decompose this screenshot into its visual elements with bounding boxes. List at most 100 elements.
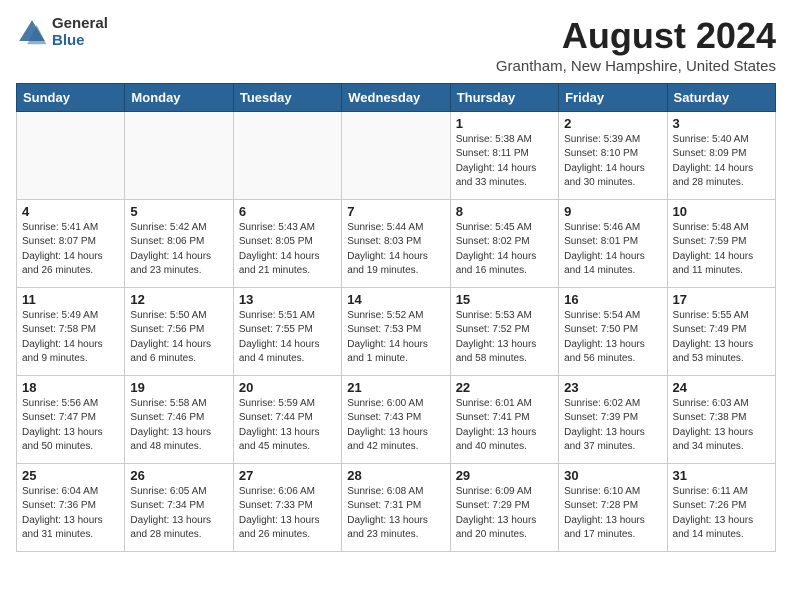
day-number: 30 bbox=[564, 468, 661, 483]
day-detail: Sunrise: 5:58 AMSunset: 7:46 PMDaylight:… bbox=[130, 397, 227, 455]
day-cell-2-4: 15 Sunrise: 5:53 AMSunset: 7:52 PMDayligh… bbox=[450, 287, 558, 375]
day-number: 31 bbox=[673, 468, 770, 483]
logo-general-label: General bbox=[52, 16, 108, 33]
day-cell-1-2: 6 Sunrise: 5:43 AMSunset: 8:05 PMDaylight… bbox=[233, 199, 341, 287]
day-cell-1-5: 9 Sunrise: 5:46 AMSunset: 8:01 PMDaylight… bbox=[559, 199, 667, 287]
day-cell-4-5: 30Sunrise: 6:10 AMSunset: 7:28 PMDayligh… bbox=[559, 463, 667, 551]
col-friday: Friday bbox=[559, 83, 667, 111]
day-cell-0-6: 3 Sunrise: 5:40 AMSunset: 8:09 PMDaylight… bbox=[667, 111, 775, 199]
day-cell-3-3: 21Sunrise: 6:00 AMSunset: 7:43 PMDayligh… bbox=[342, 375, 450, 463]
day-detail: Sunrise: 5:43 AMSunset: 8:05 PMDaylight:… bbox=[239, 221, 336, 279]
day-detail: Sunrise: 5:45 AMSunset: 8:02 PMDaylight:… bbox=[456, 221, 553, 279]
day-cell-0-3 bbox=[342, 111, 450, 199]
day-number: 1 bbox=[456, 116, 553, 131]
day-cell-1-6: 10Sunrise: 5:48 AMSunset: 7:59 PMDayligh… bbox=[667, 199, 775, 287]
day-cell-1-0: 4Sunrise: 5:41 AMSunset: 8:07 PMDaylight… bbox=[17, 199, 125, 287]
day-detail: Sunrise: 6:04 AMSunset: 7:36 PMDaylight:… bbox=[22, 485, 119, 543]
day-number: 10 bbox=[673, 204, 770, 219]
day-cell-4-6: 31 Sunrise: 6:11 AMSunset: 7:26 PMDayligh… bbox=[667, 463, 775, 551]
day-number: 17 bbox=[673, 292, 770, 307]
col-thursday: Thursday bbox=[450, 83, 558, 111]
day-cell-1-1: 5 Sunrise: 5:42 AMSunset: 8:06 PMDaylight… bbox=[125, 199, 233, 287]
day-detail: Sunrise: 6:11 AMSunset: 7:26 PMDaylight:… bbox=[673, 485, 770, 543]
day-cell-4-3: 28 Sunrise: 6:08 AMSunset: 7:31 PMDayligh… bbox=[342, 463, 450, 551]
day-number: 12 bbox=[130, 292, 227, 307]
week-row-2: 4Sunrise: 5:41 AMSunset: 8:07 PMDaylight… bbox=[17, 199, 776, 287]
week-row-4: 18 Sunrise: 5:56 AMSunset: 7:47 PMDayligh… bbox=[17, 375, 776, 463]
week-row-1: 1 Sunrise: 5:38 AMSunset: 8:11 PMDaylight… bbox=[17, 111, 776, 199]
day-cell-4-4: 29Sunrise: 6:09 AMSunset: 7:29 PMDayligh… bbox=[450, 463, 558, 551]
day-detail: Sunrise: 5:46 AMSunset: 8:01 PMDaylight:… bbox=[564, 221, 661, 279]
day-number: 8 bbox=[456, 204, 553, 219]
logo-icon bbox=[16, 17, 48, 49]
day-number: 5 bbox=[130, 204, 227, 219]
day-detail: Sunrise: 6:09 AMSunset: 7:29 PMDaylight:… bbox=[456, 485, 553, 543]
day-detail: Sunrise: 5:56 AMSunset: 7:47 PMDaylight:… bbox=[22, 397, 119, 455]
day-detail: Sunrise: 6:05 AMSunset: 7:34 PMDaylight:… bbox=[130, 485, 227, 543]
day-cell-2-6: 17 Sunrise: 5:55 AMSunset: 7:49 PMDayligh… bbox=[667, 287, 775, 375]
day-cell-1-4: 8 Sunrise: 5:45 AMSunset: 8:02 PMDaylight… bbox=[450, 199, 558, 287]
day-detail: Sunrise: 5:53 AMSunset: 7:52 PMDaylight:… bbox=[456, 309, 553, 367]
week-row-5: 25 Sunrise: 6:04 AMSunset: 7:36 PMDayligh… bbox=[17, 463, 776, 551]
day-number: 20 bbox=[239, 380, 336, 395]
day-cell-0-2 bbox=[233, 111, 341, 199]
day-detail: Sunrise: 5:41 AMSunset: 8:07 PMDaylight:… bbox=[22, 221, 119, 279]
day-detail: Sunrise: 6:08 AMSunset: 7:31 PMDaylight:… bbox=[347, 485, 444, 543]
day-detail: Sunrise: 5:44 AMSunset: 8:03 PMDaylight:… bbox=[347, 221, 444, 279]
day-cell-3-2: 20 Sunrise: 5:59 AMSunset: 7:44 PMDayligh… bbox=[233, 375, 341, 463]
day-detail: Sunrise: 5:54 AMSunset: 7:50 PMDaylight:… bbox=[564, 309, 661, 367]
col-monday: Monday bbox=[125, 83, 233, 111]
day-number: 2 bbox=[564, 116, 661, 131]
page-container: General Blue August 2024 Grantham, New H… bbox=[0, 0, 792, 562]
day-cell-3-5: 23 Sunrise: 6:02 AMSunset: 7:39 PMDayligh… bbox=[559, 375, 667, 463]
day-cell-0-1 bbox=[125, 111, 233, 199]
col-tuesday: Tuesday bbox=[233, 83, 341, 111]
day-cell-2-1: 12Sunrise: 5:50 AMSunset: 7:56 PMDayligh… bbox=[125, 287, 233, 375]
day-number: 3 bbox=[673, 116, 770, 131]
day-number: 14 bbox=[347, 292, 444, 307]
col-wednesday: Wednesday bbox=[342, 83, 450, 111]
day-number: 11 bbox=[22, 292, 119, 307]
day-number: 23 bbox=[564, 380, 661, 395]
day-number: 9 bbox=[564, 204, 661, 219]
day-cell-0-0 bbox=[17, 111, 125, 199]
header: General Blue August 2024 Grantham, New H… bbox=[16, 16, 776, 75]
day-cell-3-1: 19Sunrise: 5:58 AMSunset: 7:46 PMDayligh… bbox=[125, 375, 233, 463]
day-detail: Sunrise: 5:51 AMSunset: 7:55 PMDaylight:… bbox=[239, 309, 336, 367]
day-cell-3-4: 22 Sunrise: 6:01 AMSunset: 7:41 PMDayligh… bbox=[450, 375, 558, 463]
day-number: 21 bbox=[347, 380, 444, 395]
day-cell-2-0: 11Sunrise: 5:49 AMSunset: 7:58 PMDayligh… bbox=[17, 287, 125, 375]
day-number: 25 bbox=[22, 468, 119, 483]
day-cell-2-5: 16 Sunrise: 5:54 AMSunset: 7:50 PMDayligh… bbox=[559, 287, 667, 375]
day-cell-2-2: 13 Sunrise: 5:51 AMSunset: 7:55 PMDayligh… bbox=[233, 287, 341, 375]
day-detail: Sunrise: 5:59 AMSunset: 7:44 PMDaylight:… bbox=[239, 397, 336, 455]
day-cell-3-0: 18 Sunrise: 5:56 AMSunset: 7:47 PMDayligh… bbox=[17, 375, 125, 463]
day-number: 22 bbox=[456, 380, 553, 395]
header-row: Sunday Monday Tuesday Wednesday Thursday… bbox=[17, 83, 776, 111]
day-detail: Sunrise: 5:40 AMSunset: 8:09 PMDaylight:… bbox=[673, 133, 770, 191]
day-detail: Sunrise: 5:38 AMSunset: 8:11 PMDaylight:… bbox=[456, 133, 553, 191]
day-number: 24 bbox=[673, 380, 770, 395]
day-number: 7 bbox=[347, 204, 444, 219]
day-number: 13 bbox=[239, 292, 336, 307]
day-number: 16 bbox=[564, 292, 661, 307]
day-number: 26 bbox=[130, 468, 227, 483]
day-number: 27 bbox=[239, 468, 336, 483]
day-number: 28 bbox=[347, 468, 444, 483]
day-cell-4-2: 27Sunrise: 6:06 AMSunset: 7:33 PMDayligh… bbox=[233, 463, 341, 551]
day-detail: Sunrise: 5:42 AMSunset: 8:06 PMDaylight:… bbox=[130, 221, 227, 279]
logo: General Blue bbox=[16, 16, 108, 49]
day-number: 18 bbox=[22, 380, 119, 395]
day-detail: Sunrise: 6:02 AMSunset: 7:39 PMDaylight:… bbox=[564, 397, 661, 455]
calendar-table: Sunday Monday Tuesday Wednesday Thursday… bbox=[16, 83, 776, 552]
day-detail: Sunrise: 5:52 AMSunset: 7:53 PMDaylight:… bbox=[347, 309, 444, 367]
day-cell-4-1: 26 Sunrise: 6:05 AMSunset: 7:34 PMDayligh… bbox=[125, 463, 233, 551]
week-row-3: 11Sunrise: 5:49 AMSunset: 7:58 PMDayligh… bbox=[17, 287, 776, 375]
day-cell-2-3: 14 Sunrise: 5:52 AMSunset: 7:53 PMDayligh… bbox=[342, 287, 450, 375]
day-number: 6 bbox=[239, 204, 336, 219]
day-number: 15 bbox=[456, 292, 553, 307]
logo-text: General Blue bbox=[52, 16, 108, 49]
col-sunday: Sunday bbox=[17, 83, 125, 111]
day-detail: Sunrise: 6:01 AMSunset: 7:41 PMDaylight:… bbox=[456, 397, 553, 455]
day-detail: Sunrise: 5:55 AMSunset: 7:49 PMDaylight:… bbox=[673, 309, 770, 367]
